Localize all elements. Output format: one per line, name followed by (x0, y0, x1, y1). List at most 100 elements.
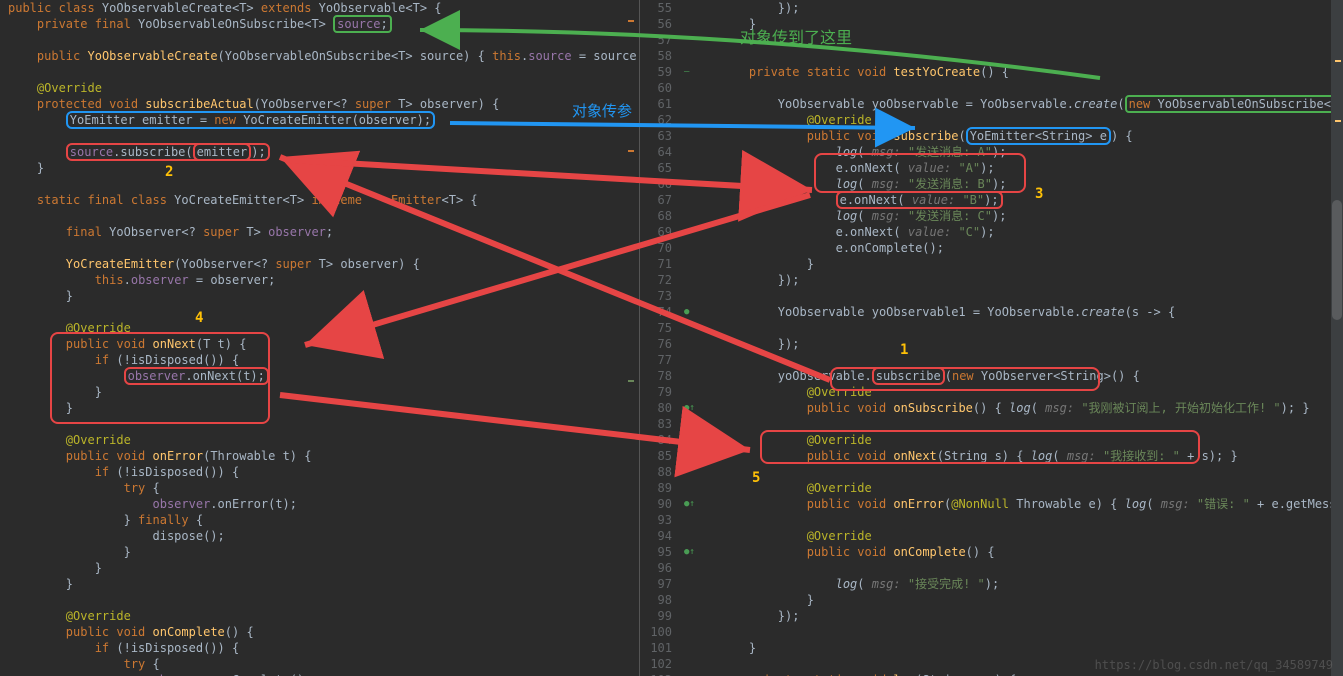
code-line[interactable]: YoEmitter emitter = new YoCreateEmitter(… (0, 112, 639, 128)
right-minimap[interactable] (1335, 0, 1343, 676)
code-line[interactable]: 56 } (640, 16, 1343, 32)
code-line[interactable]: @Override (0, 432, 639, 448)
code-line[interactable]: 84 @Override (640, 432, 1343, 448)
code-line[interactable]: private final YoObservableOnSubscribe<T>… (0, 16, 639, 32)
code-line[interactable] (0, 128, 639, 144)
code-line[interactable]: 55 }); (640, 0, 1343, 16)
code-line[interactable]: public void onComplete() { (0, 624, 639, 640)
code-line[interactable]: 64 log( msg: "发送消息: A"); (640, 144, 1343, 160)
gutter-mark-icon[interactable]: ●↑ (684, 496, 714, 512)
code-line[interactable]: 101 } (640, 640, 1343, 656)
code-line[interactable]: 95●↑ public void onComplete() { (640, 544, 1343, 560)
code-line[interactable]: 72 }); (640, 272, 1343, 288)
code-line[interactable]: protected void subscribeActual(YoObserve… (0, 96, 639, 112)
code-line[interactable]: public void onError(Throwable t) { (0, 448, 639, 464)
code-line[interactable]: 97 log( msg: "接受完成! "); (640, 576, 1343, 592)
code-line[interactable]: } (0, 400, 639, 416)
code-line[interactable]: } (0, 560, 639, 576)
code-line[interactable]: 93 (640, 512, 1343, 528)
code-line[interactable]: 96 (640, 560, 1343, 576)
code-line[interactable]: 76 }); (640, 336, 1343, 352)
code-line[interactable]: if (!isDisposed()) { (0, 464, 639, 480)
line-number: 84 (640, 432, 680, 448)
code-line[interactable]: 98 } (640, 592, 1343, 608)
code-line[interactable]: if (!isDisposed()) { (0, 640, 639, 656)
code-line[interactable]: 83 (640, 416, 1343, 432)
code-line[interactable]: 62 @Override (640, 112, 1343, 128)
code-line[interactable]: 59— private static void testYoCreate() { (640, 64, 1343, 80)
code-line[interactable] (0, 32, 639, 48)
gutter-mark-icon[interactable]: — (684, 64, 714, 80)
code-line[interactable]: } (0, 544, 639, 560)
code-line[interactable]: 80●↑ public void onSubscribe() { log( ms… (640, 400, 1343, 416)
code-line[interactable]: 99 }); (640, 608, 1343, 624)
code-line[interactable]: 75 (640, 320, 1343, 336)
code-line[interactable]: observer.onNext(t); (0, 368, 639, 384)
step-2: 2 (165, 164, 173, 180)
code-line[interactable]: @Override (0, 80, 639, 96)
code-line[interactable]: 71 } (640, 256, 1343, 272)
code-line[interactable] (0, 240, 639, 256)
code-line[interactable]: this.observer = observer; (0, 272, 639, 288)
code-line[interactable]: 77 (640, 352, 1343, 368)
left-minimap[interactable] (628, 0, 636, 676)
code-line[interactable]: } finally { (0, 512, 639, 528)
code-line[interactable]: } (0, 160, 639, 176)
code-line[interactable]: 74● YoObservable yoObservable1 = YoObser… (640, 304, 1343, 320)
code-line[interactable]: } (0, 288, 639, 304)
code-line[interactable]: public YoObservableCreate(YoObservableOn… (0, 48, 639, 64)
code-line[interactable]: 60 (640, 80, 1343, 96)
code-line[interactable]: 67 e.onNext( value: "B"); (640, 192, 1343, 208)
code-line[interactable]: public void onNext(T t) { (0, 336, 639, 352)
code-line[interactable]: source.subscribe(emitter); (0, 144, 639, 160)
code-line[interactable]: 85●↑ public void onNext(String s) { log(… (640, 448, 1343, 464)
code-line[interactable]: } (0, 576, 639, 592)
code-line[interactable]: 66 log( msg: "发送消息: B"); (640, 176, 1343, 192)
code-line[interactable] (0, 304, 639, 320)
gutter-mark-icon[interactable]: ● (684, 304, 714, 320)
gutter-mark-icon[interactable]: ●↑ (684, 448, 714, 464)
code-line[interactable]: static final class YoCreateEmitter<T> im… (0, 192, 639, 208)
code-line[interactable]: try { (0, 480, 639, 496)
code-line[interactable]: 65 e.onNext( value: "A"); (640, 160, 1343, 176)
code-line[interactable]: @Override (0, 320, 639, 336)
code-line[interactable]: 63 public void subscribe(YoEmitter<Strin… (640, 128, 1343, 144)
code-line[interactable]: 70 e.onComplete(); (640, 240, 1343, 256)
code-line[interactable]: 79 @Override (640, 384, 1343, 400)
code-line[interactable]: 78 yoObservable.subscribe(new YoObserver… (640, 368, 1343, 384)
right-editor-pane[interactable]: 55 });56 }575859— private static void te… (640, 0, 1343, 676)
code-line[interactable]: 94 @Override (640, 528, 1343, 544)
code-line[interactable] (0, 64, 639, 80)
left-code-area[interactable]: public class YoObservableCreate<T> exten… (0, 0, 639, 676)
left-editor-pane[interactable]: public class YoObservableCreate<T> exten… (0, 0, 640, 676)
code-line[interactable] (0, 416, 639, 432)
code-line[interactable]: @Override (0, 608, 639, 624)
code-line[interactable]: 69 e.onNext( value: "C"); (640, 224, 1343, 240)
code-line[interactable]: 89 @Override (640, 480, 1343, 496)
code-line[interactable]: observer.onError(t); (0, 496, 639, 512)
code-line[interactable]: 68 log( msg: "发送消息: C"); (640, 208, 1343, 224)
code-line[interactable]: 61 YoObservable yoObservable = YoObserva… (640, 96, 1343, 112)
code-line[interactable]: try { (0, 656, 639, 672)
gutter-mark-icon[interactable]: ●↑ (684, 400, 714, 416)
code-line[interactable]: } (0, 384, 639, 400)
code-line[interactable]: public class YoObservableCreate<T> exten… (0, 0, 639, 16)
code-line[interactable]: 88 (640, 464, 1343, 480)
code-line[interactable]: 58 (640, 48, 1343, 64)
code-line[interactable]: 57 (640, 32, 1343, 48)
right-code-area[interactable]: 55 });56 }575859— private static void te… (640, 0, 1343, 676)
code-line[interactable]: if (!isDisposed()) { (0, 352, 639, 368)
line-number: 80 (640, 400, 680, 416)
code-line[interactable] (0, 592, 639, 608)
gutter-mark-icon[interactable]: ●↑ (684, 544, 714, 560)
code-line[interactable]: final YoObserver<? super T> observer; (0, 224, 639, 240)
code-line[interactable]: 100 (640, 624, 1343, 640)
code-line[interactable] (0, 208, 639, 224)
code-line[interactable]: YoCreateEmitter(YoObserver<? super T> ob… (0, 256, 639, 272)
code-line[interactable]: 103 private static void log(String msg) … (640, 672, 1343, 676)
code-line[interactable]: 73 (640, 288, 1343, 304)
code-line[interactable]: dispose(); (0, 528, 639, 544)
code-line[interactable]: observer.onComplete(); (0, 672, 639, 676)
code-line[interactable] (0, 176, 639, 192)
code-line[interactable]: 90●↑ public void onError(@NonNull Throwa… (640, 496, 1343, 512)
